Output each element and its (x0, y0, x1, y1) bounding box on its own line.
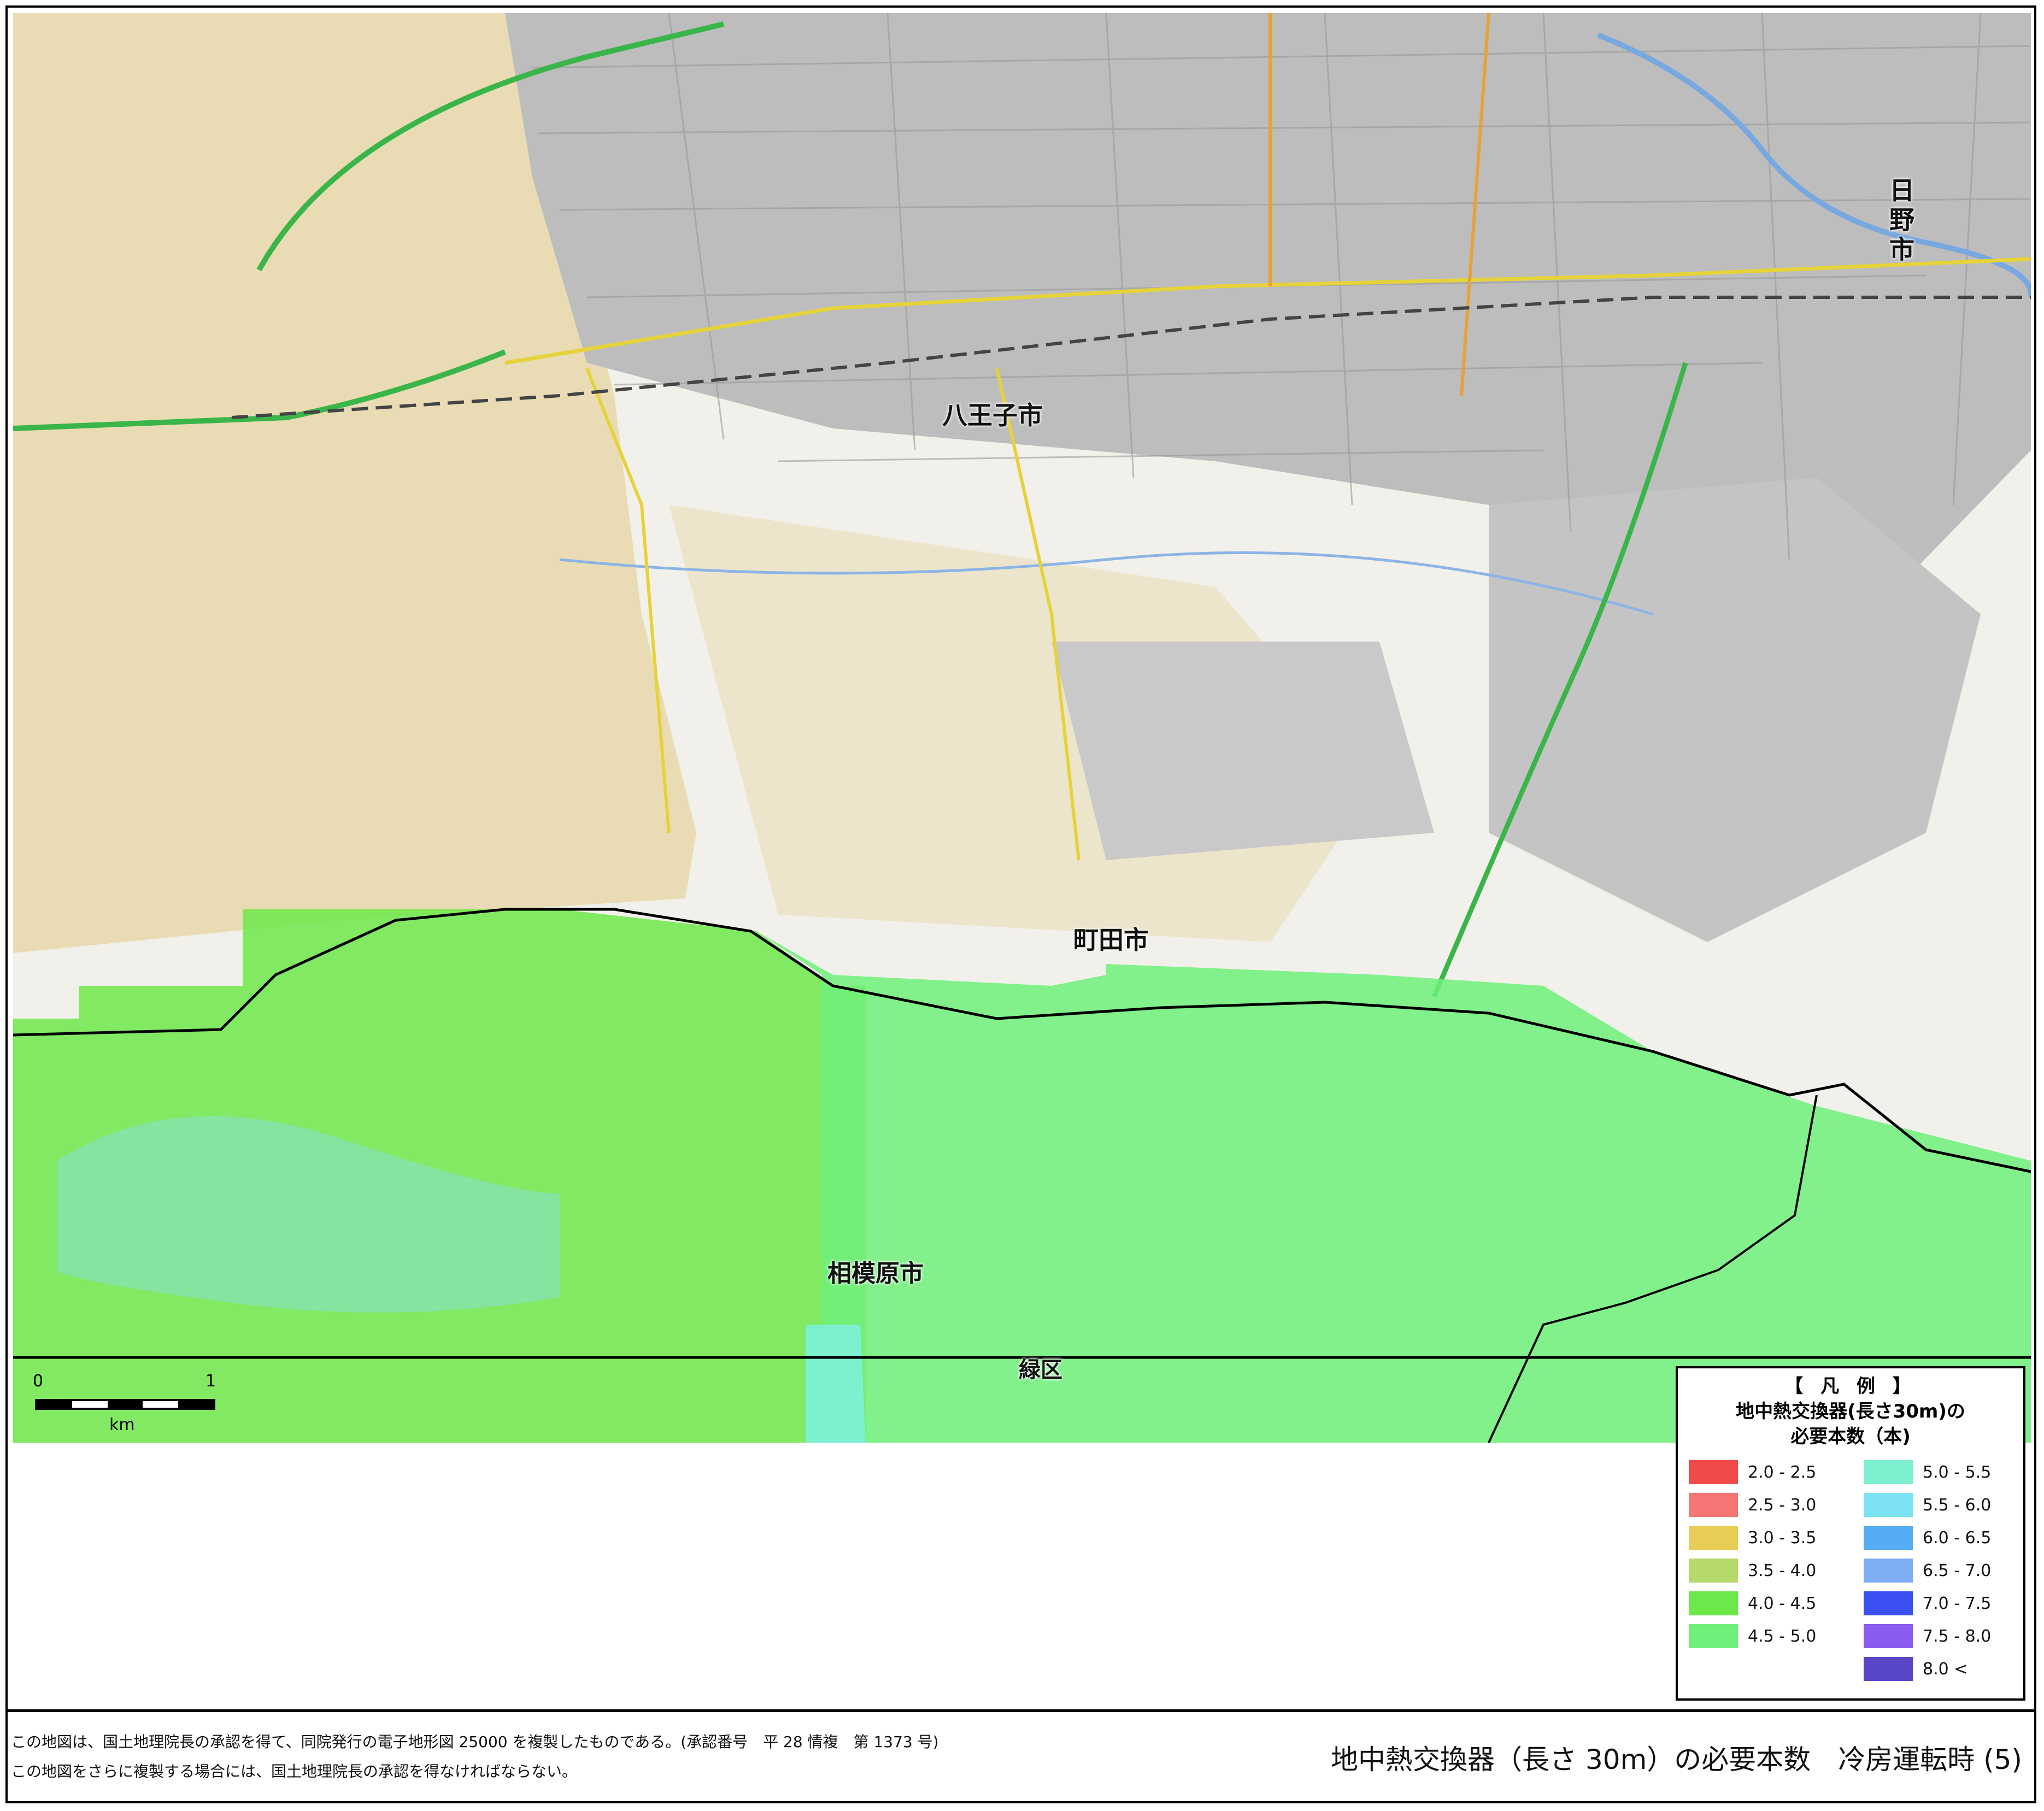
legend-range-label: 3.5 - 4.0 (1748, 1561, 1817, 1580)
legend-range-label: 7.5 - 8.0 (1923, 1626, 1992, 1646)
legend-item: 2.0 - 2.5 (1689, 1460, 1816, 1484)
legend-range-label: 6.5 - 7.0 (1923, 1561, 1992, 1580)
city-label-sagamihara: 相模原市 (827, 1260, 924, 1287)
legend-subtitle-2: 必要本数（本) (1790, 1426, 1911, 1448)
legend-swatch (1689, 1624, 1738, 1648)
legend-range-label: 2.0 - 2.5 (1748, 1462, 1817, 1482)
city-label-midori: 緑区 (1019, 1357, 1062, 1383)
legend-item: 3.5 - 4.0 (1689, 1559, 1816, 1583)
legend-range-label: 8.0 < (1923, 1659, 1968, 1679)
legend-item: 6.0 - 6.5 (1864, 1526, 1991, 1550)
legend-item: 6.5 - 7.0 (1864, 1559, 1991, 1583)
legend-swatch (1689, 1526, 1738, 1550)
legend-swatch (1689, 1591, 1738, 1615)
legend-range-label: 5.0 - 5.5 (1923, 1462, 1992, 1482)
legend-item: 5.5 - 6.0 (1864, 1493, 1991, 1517)
legend-swatch (1689, 1559, 1738, 1583)
scale-end-label: 1 (205, 1372, 216, 1391)
legend-item: 8.0 < (1864, 1657, 1967, 1681)
legend-range-label: 6.0 - 6.5 (1923, 1528, 1992, 1548)
city-label-machida: 町田市 (1073, 925, 1149, 955)
legend-swatch (1864, 1526, 1913, 1550)
legend-item: 4.5 - 5.0 (1689, 1624, 1816, 1648)
legend-swatch (1689, 1460, 1738, 1484)
legend-swatch (1864, 1591, 1913, 1615)
legend-swatch (1864, 1493, 1913, 1517)
legend-range-label: 7.0 - 7.5 (1923, 1594, 1992, 1613)
scale-bar: 0 1 km (22, 1366, 251, 1443)
legend-swatch (1864, 1657, 1913, 1681)
legend-range-label: 2.5 - 3.0 (1748, 1495, 1817, 1515)
map-graphics (13, 13, 2031, 1443)
legend-item: 2.5 - 3.0 (1689, 1493, 1816, 1517)
legend-item: 7.0 - 7.5 (1864, 1591, 1991, 1615)
legend-swatch (1864, 1624, 1913, 1648)
legend-item: 5.0 - 5.5 (1864, 1460, 1991, 1484)
legend-items: 2.0 - 2.5 2.5 - 3.0 3.0 - 3.5 3.5 - 4.0 4.0 … (1689, 1460, 2017, 1690)
scale-unit-label: km (109, 1415, 135, 1434)
legend-range-label: 5.5 - 6.0 (1923, 1495, 1992, 1515)
scale-start-label: 0 (33, 1372, 44, 1391)
overlay-5.0-5.5 (806, 1325, 866, 1443)
scale-bar-graphic (35, 1399, 215, 1410)
legend-swatch (1864, 1460, 1913, 1484)
legend-item: 3.0 - 3.5 (1689, 1526, 1816, 1550)
footer-divider (8, 1709, 2036, 1712)
legend-range-label: 4.5 - 5.0 (1748, 1626, 1817, 1646)
legend-item: 4.0 - 4.5 (1689, 1591, 1816, 1615)
city-label-hino: 日野市 (1886, 177, 1915, 266)
legend-swatch (1864, 1559, 1913, 1583)
legend-title: 【 凡 例 】 (1784, 1375, 1917, 1397)
legend-range-label: 4.0 - 4.5 (1748, 1594, 1817, 1613)
topographic-map[interactable]: 八王子市 日野市 町田市 相模原市 緑区 (13, 13, 2031, 1443)
copyright-note-1: この地図は、国土地理院長の承認を得て、同院発行の電子地形図 25000 を複製し… (11, 1733, 939, 1751)
legend-item: 7.5 - 8.0 (1864, 1624, 1991, 1648)
urban-area-south (1052, 642, 1434, 860)
legend-swatch (1689, 1493, 1738, 1517)
map-title: 地中熱交換器（長さ 30m）の必要本数 冷房運転時 (5) (1331, 1744, 2022, 1775)
legend: 【 凡 例 】 地中熱交換器(長さ30m)の 必要本数（本) 2.0 - 2.5… (1676, 1366, 2025, 1701)
legend-range-label: 3.0 - 3.5 (1748, 1528, 1817, 1548)
copyright-note-2: この地図をさらに複製する場合には、国土地理院長の承認を得なければならない。 (11, 1762, 578, 1780)
legend-subtitle-1: 地中熱交換器(長さ30m)の (1736, 1401, 1965, 1422)
city-label-hachioji: 八王子市 (942, 401, 1043, 430)
